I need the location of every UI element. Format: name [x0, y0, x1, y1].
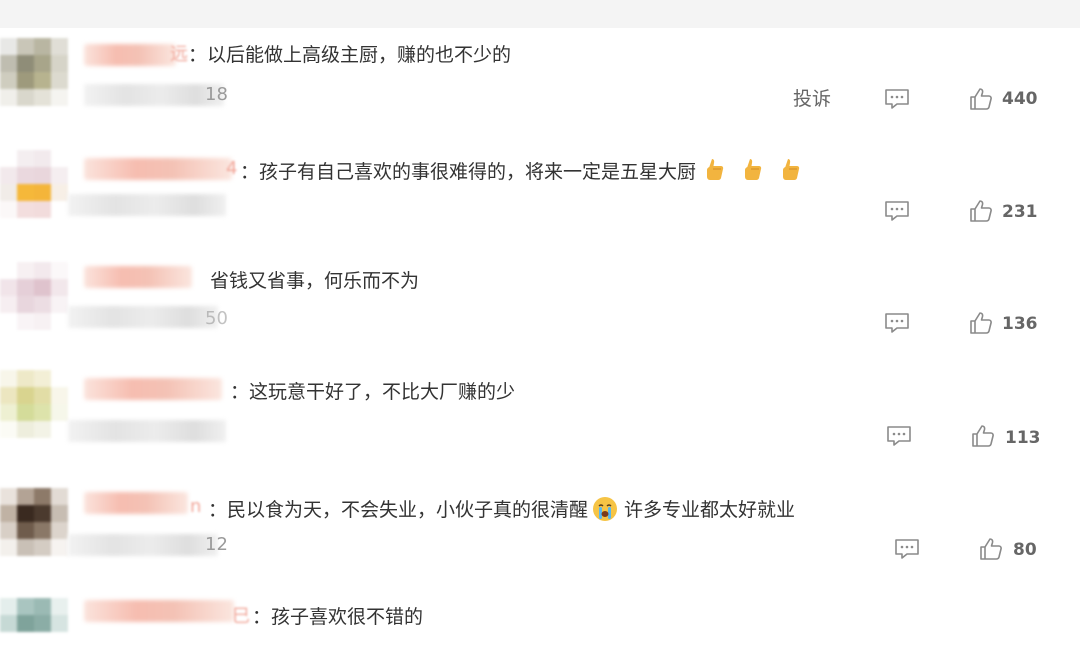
comment-meta — [68, 534, 218, 556]
comment-meta — [68, 306, 218, 328]
comment-meta-tail: 50 — [205, 308, 228, 329]
comment-text: ：这玩意干好了，不比大厂赚的少 — [230, 381, 516, 403]
comment-text: ：孩子喜欢很不错的 — [252, 606, 424, 628]
report-button[interactable]: 投诉 — [793, 87, 831, 111]
comment-text: ：孩子有自己喜欢的事很难得的，将来一定是五星大厨 — [240, 157, 802, 184]
avatar[interactable] — [0, 370, 68, 438]
avatar[interactable] — [0, 598, 68, 666]
comment-text-content: ：孩子有自己喜欢的事很难得的，将来一定是五星大厨 — [240, 161, 697, 183]
comment-icon[interactable] — [893, 537, 921, 561]
comment-text-content-2: 许多专业都太好就业 — [624, 499, 796, 521]
top-bar — [0, 0, 1080, 28]
comment-icon[interactable] — [883, 87, 911, 111]
username-tail: 巳 — [232, 606, 250, 627]
comment-icon[interactable] — [883, 199, 911, 223]
thumbs-up-emoji — [707, 159, 724, 180]
comment-meta — [68, 420, 226, 442]
comment-item: 4 ：孩子有自己喜欢的事很难得的，将来一定是五星大厨 231 — [0, 150, 1080, 250]
comment-item: n ：民以食为天，不会失业，小伙子真的很清醒 许多专业都太好就业 12 80 — [0, 488, 1080, 588]
comment-item: 远 ：以后能做上高级主厨，赚的也不少的 18 投诉 440 — [0, 38, 1080, 138]
comment-meta — [68, 194, 226, 216]
avatar[interactable] — [0, 150, 68, 218]
like-count: 231 — [1002, 202, 1038, 222]
username[interactable] — [84, 492, 188, 514]
avatar[interactable] — [0, 262, 68, 330]
like-count: 80 — [1013, 540, 1037, 560]
username[interactable] — [84, 266, 192, 288]
username-tail: 远 — [170, 44, 188, 65]
username[interactable] — [84, 44, 176, 66]
avatar[interactable] — [0, 488, 68, 556]
thumbs-up-icon[interactable] — [968, 86, 994, 112]
like-count: 113 — [1005, 428, 1041, 448]
username[interactable] — [84, 378, 222, 400]
comment-text: 省钱又省事，何乐而不为 — [210, 270, 420, 292]
username-tail: n — [190, 496, 202, 517]
username-tail: 4 — [226, 158, 238, 179]
comment-meta — [84, 84, 224, 106]
comment-text: ：以后能做上高级主厨，赚的也不少的 — [188, 44, 512, 66]
comment-meta-tail: 12 — [205, 534, 228, 555]
username[interactable] — [84, 158, 232, 180]
thumbs-up-icon[interactable] — [968, 198, 994, 224]
comment-icon[interactable] — [883, 311, 911, 335]
comment-text-content: ：民以食为天，不会失业，小伙子真的很清醒 — [208, 499, 589, 521]
thumbs-up-icon[interactable] — [978, 536, 1004, 562]
comment-meta-tail: 18 — [205, 84, 228, 105]
like-count: 440 — [1002, 89, 1038, 109]
comment-text: ：民以食为天，不会失业，小伙子真的很清醒 许多专业都太好就业 — [208, 496, 795, 522]
crying-face-emoji — [593, 497, 618, 521]
comment-icon[interactable] — [885, 424, 913, 448]
thumbs-up-emoji — [783, 159, 800, 180]
like-count: 136 — [1002, 314, 1038, 334]
username[interactable] — [84, 600, 234, 622]
thumbs-up-icon[interactable] — [968, 310, 994, 336]
thumbs-up-icon[interactable] — [970, 423, 996, 449]
avatar[interactable] — [0, 38, 68, 106]
thumbs-up-emoji — [745, 159, 762, 180]
comment-item: ：这玩意干好了，不比大厂赚的少 113 — [0, 370, 1080, 470]
comment-item: 省钱又省事，何乐而不为 50 136 — [0, 262, 1080, 362]
comment-item: 巳 ：孩子喜欢很不错的 — [0, 598, 1080, 666]
